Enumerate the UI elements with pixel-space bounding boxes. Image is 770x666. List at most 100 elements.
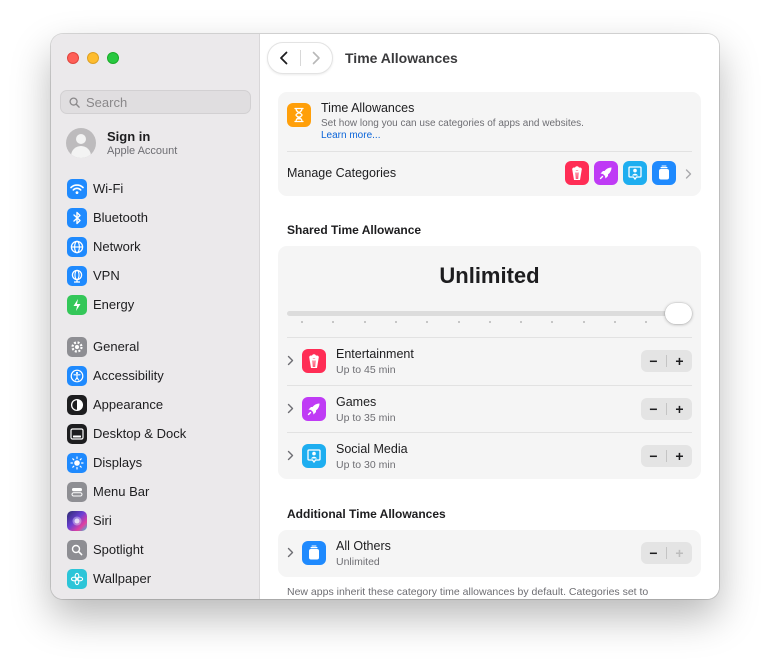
slider-tick xyxy=(614,321,616,323)
time-slider[interactable] xyxy=(287,300,692,328)
shared-allowance-card: Unlimited Entertainment Up to 45 min − + xyxy=(278,246,701,479)
gear-icon xyxy=(67,336,87,357)
slider-tick xyxy=(426,321,429,323)
sidebar-item-displays[interactable]: Displays xyxy=(51,448,260,477)
decrease-button[interactable]: − xyxy=(641,350,666,372)
decrease-button[interactable]: − xyxy=(641,445,666,467)
additional-allowance-card: All Others Unlimited − + xyxy=(278,530,701,577)
slider-tick xyxy=(301,321,303,323)
sidebar: Search Sign in Apple Account Wi-Fi Bluet… xyxy=(51,34,260,599)
additional-footer-note: New apps inherit these category time all… xyxy=(287,586,649,598)
sidebar-item-label: Wi-Fi xyxy=(93,181,124,196)
slider-tick xyxy=(457,321,460,323)
additional-section-title: Additional Time Allowances xyxy=(287,507,446,521)
increase-button[interactable]: + xyxy=(667,445,692,467)
slider-tick xyxy=(582,321,585,323)
settings-window: Search Sign in Apple Account Wi-Fi Bluet… xyxy=(51,34,719,599)
sidebar-item-bluetooth[interactable]: Bluetooth xyxy=(51,203,260,232)
sun-icon xyxy=(67,452,87,473)
manage-categories-row[interactable]: Manage Categories xyxy=(278,152,701,196)
sidebar-item-vpn[interactable]: VPN xyxy=(51,261,260,290)
close-button[interactable] xyxy=(67,52,79,64)
sidebar-item-siri[interactable]: Siri xyxy=(51,506,260,535)
sidebar-item-label: Menu Bar xyxy=(93,484,150,499)
time-stepper[interactable]: − + xyxy=(641,445,692,467)
sidebar-item-label: Wallpaper xyxy=(93,571,152,586)
navigation-buttons xyxy=(267,42,333,74)
sidebar-item-wifi[interactable]: Wi-Fi xyxy=(51,174,260,203)
minimize-button[interactable] xyxy=(87,52,99,64)
forward-button[interactable] xyxy=(300,43,332,73)
sidebar-item-energy[interactable]: Energy xyxy=(51,290,260,319)
sidebar-item-desktop-dock[interactable]: Desktop & Dock xyxy=(51,419,260,448)
category-name: All Others xyxy=(336,539,391,553)
sidebar-item-label: Siri xyxy=(93,513,112,528)
globe-icon xyxy=(67,236,87,257)
sidebar-group-system: General Accessibility Appearance Desktop… xyxy=(51,332,260,593)
category-row-entertainment[interactable]: Entertainment Up to 45 min − + xyxy=(278,338,701,385)
decrease-button[interactable]: − xyxy=(641,398,666,420)
sidebar-item-label: Network xyxy=(93,239,141,254)
sidebar-item-label: Accessibility xyxy=(93,368,164,383)
appearance-icon xyxy=(67,394,87,415)
time-stepper[interactable]: − + xyxy=(641,542,692,564)
sidebar-item-wallpaper[interactable]: Wallpaper xyxy=(51,564,260,593)
sidebar-item-network[interactable]: Network xyxy=(51,232,260,261)
time-stepper[interactable]: − + xyxy=(641,398,692,420)
sidebar-item-appearance[interactable]: Appearance xyxy=(51,390,260,419)
dock-icon xyxy=(67,423,87,444)
category-limit: Up to 35 min xyxy=(336,412,396,424)
search-icon xyxy=(69,96,80,108)
wifi-icon xyxy=(67,178,87,199)
spotlight-icon xyxy=(67,539,87,560)
avatar xyxy=(66,128,96,158)
shared-section-title: Shared Time Allowance xyxy=(287,223,422,237)
increase-button[interactable]: + xyxy=(667,398,692,420)
category-row-all-others[interactable]: All Others Unlimited − + xyxy=(278,530,701,577)
slider-tick xyxy=(488,321,491,323)
allowance-value: Unlimited xyxy=(439,263,540,288)
popcorn-icon xyxy=(302,349,326,373)
chevron-right-icon xyxy=(312,51,321,65)
sidebar-item-label: Energy xyxy=(93,297,135,312)
sidebar-item-spotlight[interactable]: Spotlight xyxy=(51,535,260,564)
account-item[interactable]: Sign in Apple Account xyxy=(66,128,177,158)
sidebar-item-general[interactable]: General xyxy=(51,332,260,361)
disclosure-chevron-icon[interactable] xyxy=(287,450,294,461)
sidebar-item-label: Appearance xyxy=(93,397,164,412)
chevron-left-icon xyxy=(279,51,288,65)
person-bubble-icon xyxy=(623,161,647,185)
disclosure-chevron-icon[interactable] xyxy=(287,355,294,366)
slider-track xyxy=(287,311,692,316)
sidebar-item-label: Bluetooth xyxy=(93,210,148,225)
intro-card: Time Allowances Set how long you can use… xyxy=(278,92,701,196)
back-button[interactable] xyxy=(268,43,300,73)
disclosure-chevron-icon[interactable] xyxy=(287,547,294,558)
rocket-icon xyxy=(302,397,326,421)
disclosure-chevron-icon[interactable] xyxy=(287,403,294,414)
search-input[interactable]: Search xyxy=(60,90,251,114)
slider-thumb[interactable] xyxy=(665,303,692,324)
main-pane: Time Allowances Time Allowances Set how … xyxy=(260,34,719,599)
accessibility-icon xyxy=(67,365,87,386)
sidebar-item-label: General xyxy=(93,339,140,354)
page-title: Time Allowances xyxy=(345,50,458,66)
decrease-button[interactable]: − xyxy=(641,542,666,564)
category-row-games[interactable]: Games Up to 35 min − + xyxy=(278,386,701,433)
bolt-icon xyxy=(67,294,87,315)
hourglass-icon xyxy=(287,103,311,127)
sidebar-item-accessibility[interactable]: Accessibility xyxy=(51,361,260,390)
sidebar-item-label: Spotlight xyxy=(93,542,144,557)
category-row-social-media[interactable]: Social Media Up to 30 min − + xyxy=(278,433,701,480)
traffic-lights xyxy=(67,52,119,64)
time-stepper[interactable]: − + xyxy=(641,350,692,372)
sidebar-item-label: Displays xyxy=(93,455,143,470)
learn-more-link[interactable]: Learn more... xyxy=(321,130,380,141)
sidebar-item-menu-bar[interactable]: Menu Bar xyxy=(51,477,260,506)
category-limit: Up to 45 min xyxy=(336,364,396,376)
account-subtitle: Apple Account xyxy=(107,145,178,157)
increase-button[interactable]: + xyxy=(667,350,692,372)
increase-button: + xyxy=(675,545,684,561)
account-title: Sign in xyxy=(107,129,151,144)
zoom-button[interactable] xyxy=(107,52,119,64)
